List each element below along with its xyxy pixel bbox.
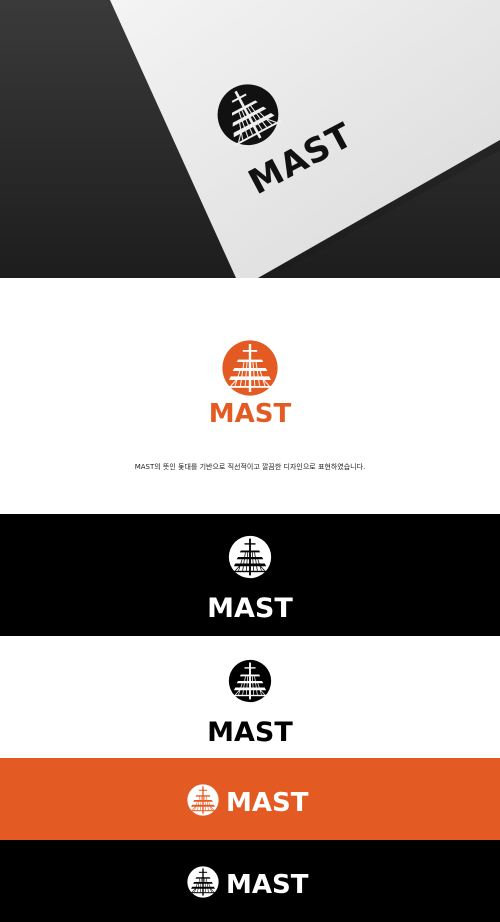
variant-white-stacked: MAST xyxy=(0,636,500,758)
mast-emblem-icon xyxy=(228,535,272,579)
variant-wordmark: MAST xyxy=(207,593,293,624)
mast-emblem-icon xyxy=(187,784,219,816)
variant-wordmark: MAST xyxy=(207,717,293,748)
mast-emblem-icon xyxy=(187,866,219,898)
variant-black-horizontal: MAST xyxy=(0,840,500,922)
primary-wordmark: MAST xyxy=(209,399,292,428)
primary-logo: MAST xyxy=(209,340,292,428)
variant-orange-horizontal: MAST xyxy=(0,758,500,840)
mast-emblem-icon xyxy=(222,340,278,396)
intro-panel: MAST MAST의 뜻인 돛대를 기반으로 직선적이고 깔끔한 디자인으로 표… xyxy=(0,278,500,514)
logo-description: MAST의 뜻인 돛대를 기반으로 직선적이고 깔끔한 디자인으로 표현하였습니… xyxy=(134,463,366,471)
variant-black-stacked: MAST xyxy=(0,514,500,636)
paper-mockup-panel: MAST xyxy=(0,0,500,278)
mast-emblem-icon xyxy=(228,659,272,703)
variant-wordmark: MAST xyxy=(226,788,309,818)
variant-wordmark: MAST xyxy=(226,870,309,900)
